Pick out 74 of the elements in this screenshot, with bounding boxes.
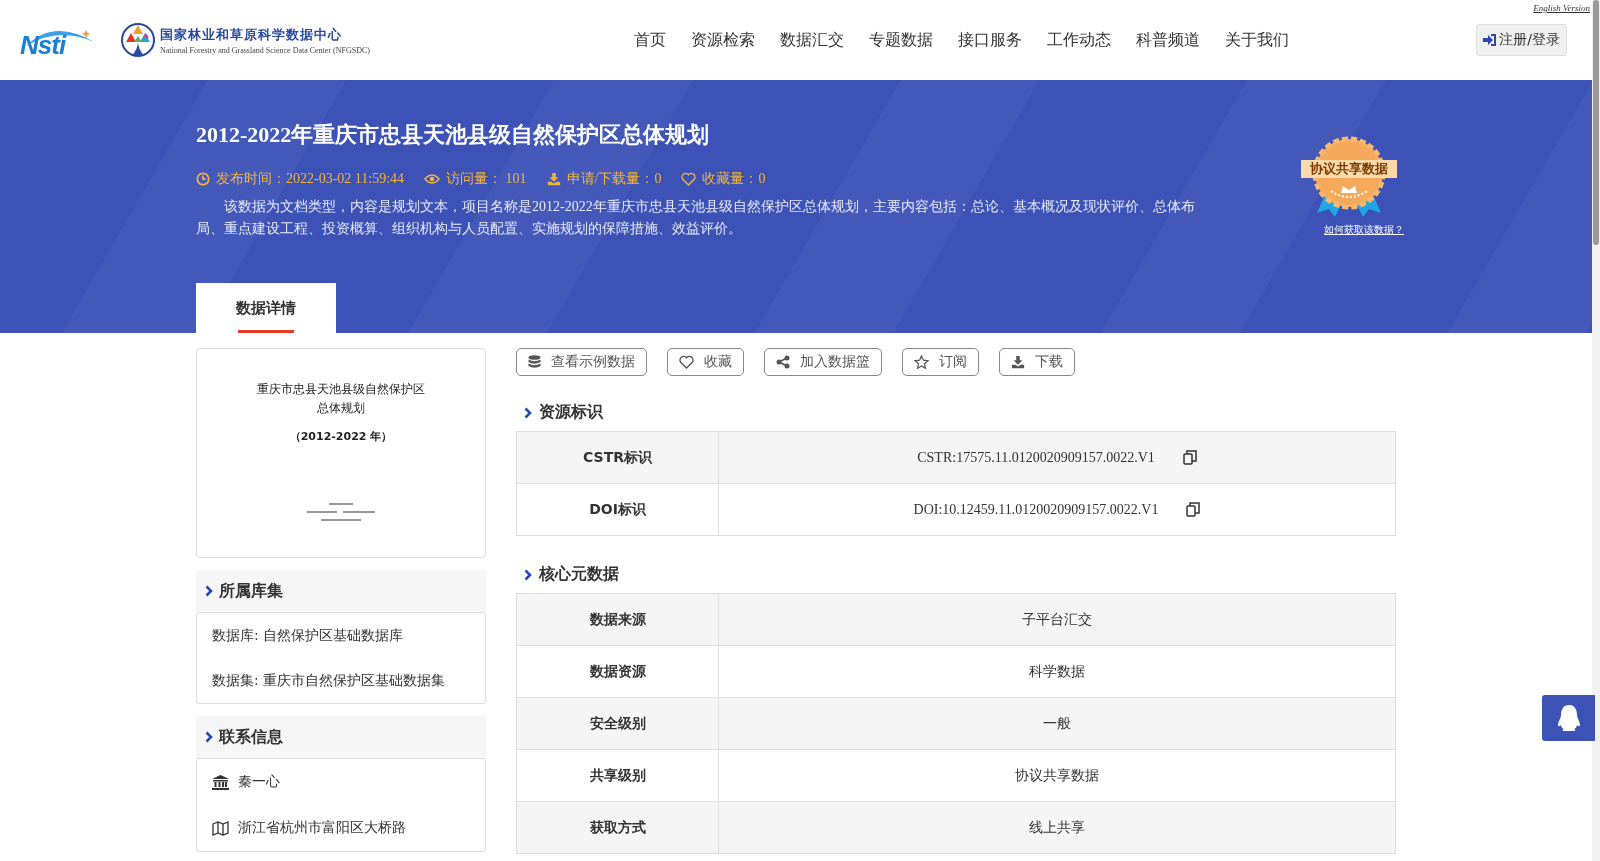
copy-icon[interactable] bbox=[1182, 450, 1197, 465]
field-value: 协议共享数据 bbox=[718, 749, 1396, 802]
chevron-icon bbox=[205, 731, 213, 743]
org-name-english: National Forestry and Grassland Science Data Center (NFGSDC) bbox=[160, 45, 370, 55]
penguin-icon bbox=[1555, 704, 1582, 732]
document-text: 总体规划 bbox=[317, 400, 365, 417]
nav-link[interactable]: 关于我们 bbox=[1225, 29, 1290, 51]
logo[interactable]: Nsti bbox=[20, 20, 96, 60]
section-heading: 资源标识 bbox=[539, 402, 603, 423]
scrollbar[interactable] bbox=[1592, 0, 1600, 861]
meta-text: 申请/下载量：0 bbox=[566, 170, 662, 188]
field-label: 数据资源 bbox=[516, 645, 719, 698]
chevron-icon bbox=[524, 568, 532, 581]
dataset-title: 2012-2022年重庆市忠县天池县级自然保护区总体规划 bbox=[196, 121, 711, 149]
clock-icon bbox=[196, 172, 210, 186]
basket-button[interactable]: 加入数据篮 bbox=[764, 348, 882, 376]
meta-text: 发布时间：2022-03-02 11:59:44 bbox=[216, 170, 405, 188]
login-button[interactable]: 注册/登录 bbox=[1476, 24, 1567, 56]
field-label: 获取方式 bbox=[516, 801, 719, 854]
meta-text: 访问量： 101 bbox=[446, 170, 527, 188]
download-icon bbox=[1011, 355, 1025, 369]
field-label: CSTR标识 bbox=[516, 431, 719, 484]
copy-icon[interactable] bbox=[1186, 502, 1201, 517]
field-label: 安全级别 bbox=[516, 697, 719, 750]
star-icon bbox=[914, 355, 929, 369]
login-icon bbox=[1483, 34, 1497, 46]
field-label: 数据来源 bbox=[516, 593, 719, 646]
tab[interactable]: 数据详情 bbox=[196, 283, 336, 333]
how-to-get-data-link[interactable]: 如何获取该数据？ bbox=[1324, 223, 1404, 237]
nav-link[interactable]: 资源检索 bbox=[691, 29, 756, 51]
map-icon bbox=[212, 820, 229, 836]
section-heading: 所属库集 bbox=[219, 580, 283, 602]
nav-link[interactable]: 科普频道 bbox=[1136, 29, 1201, 51]
section-heading: 联系信息 bbox=[219, 726, 283, 748]
sample-button[interactable]: 查看示例数据 bbox=[516, 348, 647, 376]
nav-link[interactable]: 数据汇交 bbox=[780, 29, 845, 51]
tree-logo-icon bbox=[120, 22, 156, 58]
field-value: 一般 bbox=[718, 697, 1396, 750]
dataset-description: 该数据为文档类型，内容是规划文本，项目名称是2012-2022年重庆市忠县天池县级自然保护区总体规划，主要内容包括：总论、基本概况及现状评价、总体布局、重点建设工程、投资概算、组织机构与人员配置、实施规划的保障措施、效益评价。 bbox=[196, 198, 1196, 238]
favorite-button[interactable]: 收藏 bbox=[667, 348, 744, 376]
share-icon bbox=[776, 355, 790, 369]
section-heading: 核心元数据 bbox=[539, 564, 619, 585]
heart-icon bbox=[679, 355, 694, 369]
collection-link[interactable]: 数据库: 自然保护区基础数据库 bbox=[212, 626, 404, 645]
database-icon bbox=[528, 354, 541, 370]
badge-label: 协议共享数据 bbox=[1301, 160, 1397, 178]
nav-link[interactable]: 工作动态 bbox=[1047, 29, 1112, 51]
org-name: 国家林业和草原科学数据中心 bbox=[160, 25, 343, 44]
bank-icon bbox=[212, 774, 229, 790]
download-button[interactable]: 下载 bbox=[999, 348, 1075, 376]
field-value: 科学数据 bbox=[718, 645, 1396, 698]
contact-text: 秦一心 bbox=[238, 773, 280, 791]
download-icon bbox=[546, 172, 561, 186]
nav-link[interactable]: 首页 bbox=[634, 29, 667, 51]
field-value: 线上共享 bbox=[718, 801, 1396, 854]
contact-text: 浙江省杭州市富阳区大桥路 bbox=[238, 819, 406, 837]
nav-link[interactable]: 接口服务 bbox=[958, 29, 1023, 51]
document-text: （2012-2022 年） bbox=[289, 429, 393, 444]
heart-icon bbox=[681, 172, 697, 186]
chat-button[interactable] bbox=[1542, 695, 1595, 741]
field-value: CSTR:17575.11.0120020909157.0022.V1 bbox=[718, 431, 1396, 484]
chevron-icon bbox=[205, 585, 213, 597]
field-label: DOI标识 bbox=[516, 483, 719, 536]
eye-icon bbox=[424, 173, 441, 185]
collection-link[interactable]: 数据集: 重庆市自然保护区基础数据集 bbox=[212, 671, 446, 690]
field-value: 子平台汇交 bbox=[718, 593, 1396, 646]
subscribe-button[interactable]: 订阅 bbox=[902, 348, 979, 376]
english-version-link[interactable]: English Version bbox=[1533, 3, 1590, 13]
field-value: DOI:10.12459.11.0120020909157.0022.V1 bbox=[718, 483, 1396, 536]
meta-text: 收藏量：0 bbox=[702, 170, 766, 188]
chevron-icon bbox=[524, 406, 532, 419]
field-label: 共享级别 bbox=[516, 749, 719, 802]
nav-link[interactable]: 专题数据 bbox=[869, 29, 934, 51]
document-text: 重庆市忠县天池县级自然保护区 bbox=[257, 381, 425, 398]
